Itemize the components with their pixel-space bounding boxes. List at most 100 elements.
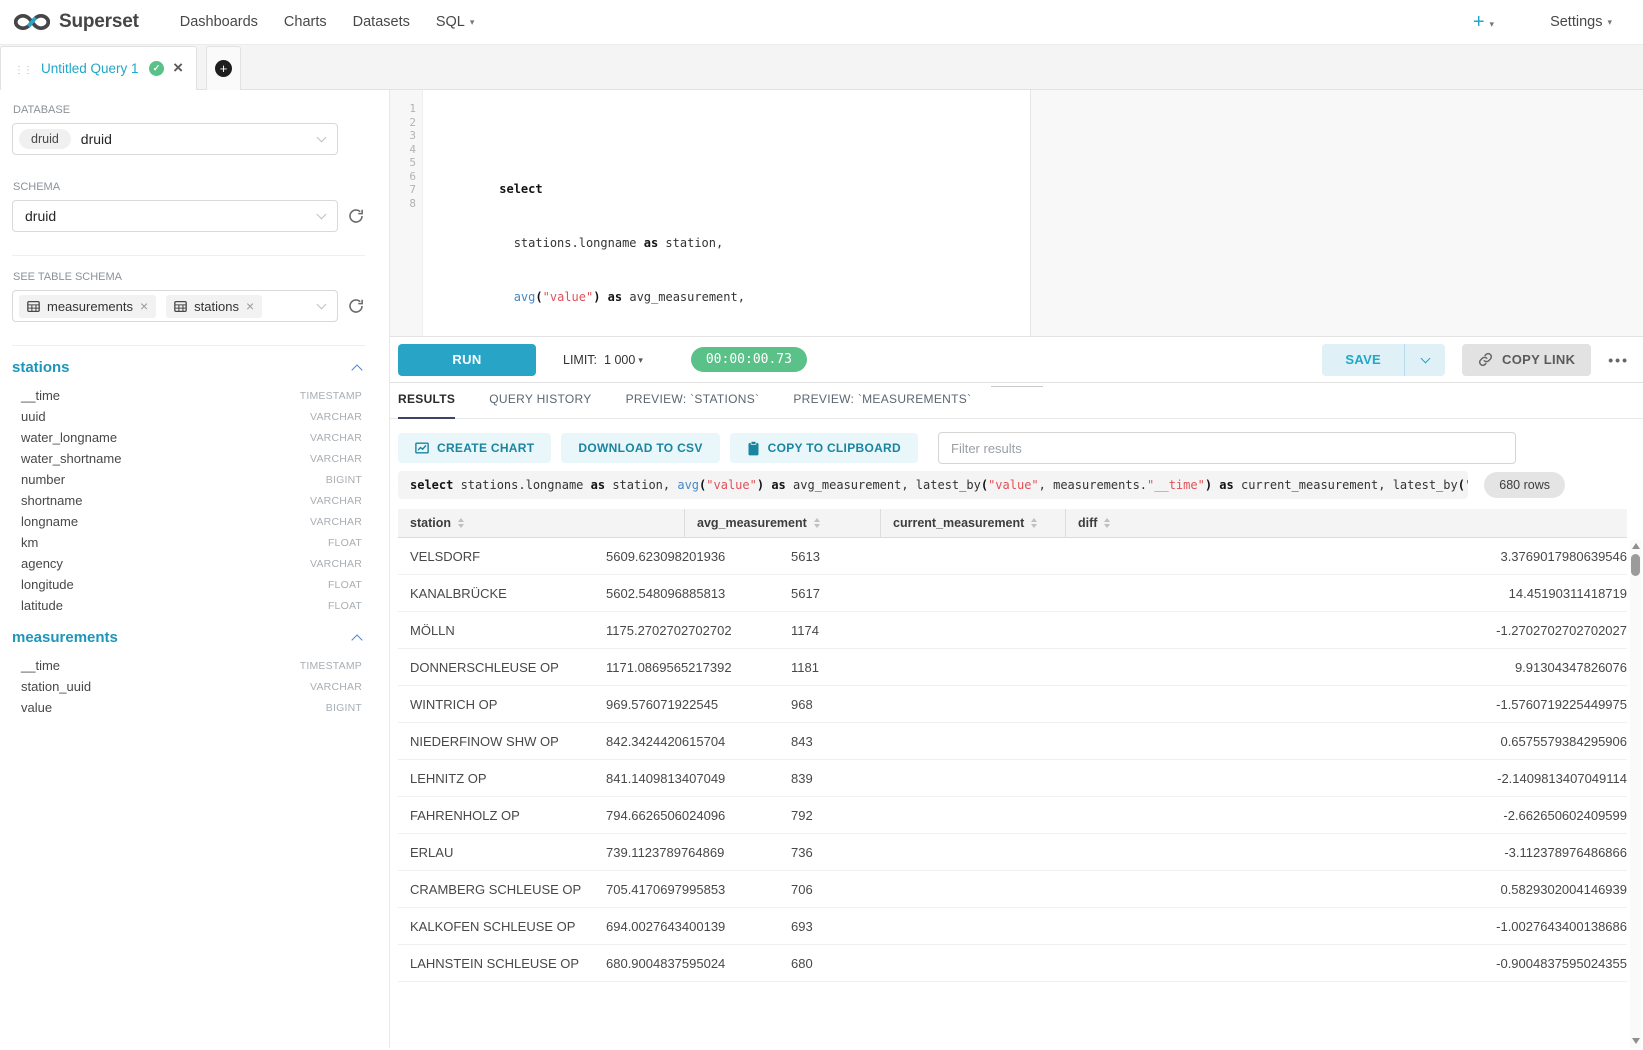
table-cell: 969.576071922545	[594, 697, 779, 712]
column-header-label: avg_measurement	[697, 516, 807, 530]
schema-column-row: __time TIMESTAMP	[12, 655, 362, 676]
sqllab-sidebar: DATABASE druid druid SCHEMA druid SEE TA…	[0, 90, 390, 1048]
tab-drag-handle-icon[interactable]	[14, 60, 32, 78]
table-cell: 680	[779, 956, 1484, 971]
schema-column-row: uuid VARCHAR	[12, 406, 362, 427]
sort-icon[interactable]	[1104, 518, 1110, 528]
settings-menu[interactable]: Settings	[1550, 14, 1612, 30]
column-header-label: diff	[1078, 516, 1097, 530]
table-select[interactable]: measurements stations	[12, 290, 338, 322]
column-name: uuid	[21, 409, 46, 424]
more-menu-button[interactable]: •••	[1608, 352, 1629, 368]
results-tabbar: RESULTS QUERY HISTORY PREVIEW: `STATIONS…	[390, 383, 1643, 419]
sql-token: as	[1219, 478, 1233, 492]
tab-preview-stations[interactable]: PREVIEW: `STATIONS`	[626, 392, 760, 418]
add-tab-button[interactable]: +	[206, 46, 241, 90]
table-row: WINTRICH OP969.576071922545968-1.5760719…	[398, 686, 1627, 723]
top-navbar: Superset Dashboards Charts Datasets SQL …	[0, 0, 1643, 45]
table-cell: 739.1123789764869	[594, 845, 779, 860]
column-header-current-measurement[interactable]: current_measurement	[880, 509, 1065, 537]
schema-column-row: station_uuid VARCHAR	[12, 676, 362, 697]
copy-link-button[interactable]: COPY LINK	[1462, 344, 1591, 376]
table-cell: 1175.2702702702702	[594, 623, 779, 638]
query-tab-label[interactable]: Untitled Query 1	[41, 61, 140, 76]
chevron-down-icon	[317, 300, 327, 310]
scrollbar-thumb[interactable]	[1631, 554, 1640, 576]
collapse-icon[interactable]	[351, 364, 362, 375]
column-type: VARCHAR	[310, 681, 362, 693]
table-cell: 841.1409813407049	[594, 771, 779, 786]
sort-icon[interactable]	[814, 518, 820, 528]
nav-charts[interactable]: Charts	[284, 14, 327, 30]
tab-preview-measurements[interactable]: PREVIEW: `MEASUREMENTS`	[793, 392, 971, 418]
code-line: select	[427, 156, 1643, 170]
executed-query-preview[interactable]: select stations.longname as station, avg…	[398, 471, 1468, 499]
scroll-down-arrow-icon[interactable]	[1632, 1038, 1640, 1044]
refresh-tables-icon[interactable]	[347, 297, 365, 315]
table-chip-stations[interactable]: stations	[166, 295, 262, 318]
sort-icon[interactable]	[1031, 518, 1037, 528]
column-type: TIMESTAMP	[300, 390, 362, 402]
refresh-schema-icon[interactable]	[347, 207, 365, 225]
line-number: 7	[390, 183, 422, 197]
sort-icon[interactable]	[458, 518, 464, 528]
schema-table-name[interactable]: measurements	[12, 629, 118, 646]
save-dropdown-button[interactable]	[1405, 344, 1445, 376]
column-type: VARCHAR	[310, 495, 362, 507]
copy-clipboard-button[interactable]: COPY TO CLIPBOARD	[730, 433, 918, 463]
scroll-up-arrow-icon[interactable]	[1632, 543, 1640, 549]
schema-select[interactable]: druid	[12, 200, 338, 232]
run-button[interactable]: RUN	[398, 344, 536, 376]
column-header-station[interactable]: station	[398, 509, 684, 537]
chevron-down-icon	[317, 210, 327, 220]
table-row: VELSDORF5609.62309820193656133.376901798…	[398, 538, 1627, 575]
sql-token: (	[535, 290, 542, 304]
schema-column-row: longname VARCHAR	[12, 511, 362, 532]
save-button[interactable]: SAVE	[1322, 344, 1405, 376]
pane-resize-handle[interactable]	[991, 386, 1043, 387]
remove-table-icon[interactable]	[140, 299, 148, 314]
sql-token	[499, 290, 513, 304]
code-line: stations.longname as station,	[427, 210, 1643, 224]
download-csv-button[interactable]: DOWNLOAD TO CSV	[561, 433, 719, 463]
superset-logo[interactable]: Superset	[14, 11, 139, 33]
table-cell: LAHNSTEIN SCHLEUSE OP	[398, 956, 594, 971]
sql-token: avg_measurement, latest_by	[786, 478, 981, 492]
limit-dropdown[interactable]: LIMIT: 1 000	[563, 353, 643, 367]
nav-sql-menu[interactable]: SQL	[436, 14, 475, 30]
nav-dashboards[interactable]: Dashboards	[180, 14, 258, 30]
create-chart-button[interactable]: CREATE CHART	[398, 433, 551, 463]
column-type: BIGINT	[326, 702, 362, 714]
column-name: agency	[21, 556, 63, 571]
results-scrollbar[interactable]	[1630, 540, 1641, 1048]
sql-token: "value"	[706, 478, 757, 492]
database-select[interactable]: druid druid	[12, 123, 338, 155]
table-cell: CRAMBERG SCHLEUSE OP	[398, 882, 594, 897]
tab-query-history[interactable]: QUERY HISTORY	[489, 392, 591, 418]
table-cell: DONNERSCHLEUSE OP	[398, 660, 594, 675]
database-type-chip: druid	[19, 129, 71, 149]
schema-table-name[interactable]: stations	[12, 359, 70, 376]
save-split-button[interactable]: SAVE	[1322, 344, 1445, 376]
column-header-avg-measurement[interactable]: avg_measurement	[684, 509, 880, 537]
collapse-icon[interactable]	[351, 634, 362, 645]
tab-close-icon[interactable]	[173, 59, 183, 78]
sql-editor[interactable]: 12345678 select stations.longname as sta…	[390, 90, 1643, 337]
query-tab[interactable]: Untitled Query 1	[0, 46, 197, 90]
schema-column-row: longitude FLOAT	[12, 574, 362, 595]
new-item-menu[interactable]: +	[1473, 12, 1494, 32]
table-row: CRAMBERG SCHLEUSE OP705.4170697995853706…	[398, 871, 1627, 908]
code-line: latest_by("value", measurements."__time"…	[427, 318, 1643, 332]
table-cell: 794.6626506024096	[594, 808, 779, 823]
column-header-diff[interactable]: diff	[1065, 509, 1627, 537]
nav-datasets[interactable]: Datasets	[353, 14, 410, 30]
query-success-icon	[149, 61, 164, 76]
line-number: 2	[390, 116, 422, 130]
table-cell: 694.0027643400139	[594, 919, 779, 934]
chevron-down-icon	[317, 133, 327, 143]
table-chip-measurements[interactable]: measurements	[19, 295, 156, 318]
table-cell: 705.4170697995853	[594, 882, 779, 897]
tab-results[interactable]: RESULTS	[398, 392, 455, 419]
remove-table-icon[interactable]	[246, 299, 254, 314]
filter-results-input[interactable]	[938, 432, 1516, 464]
